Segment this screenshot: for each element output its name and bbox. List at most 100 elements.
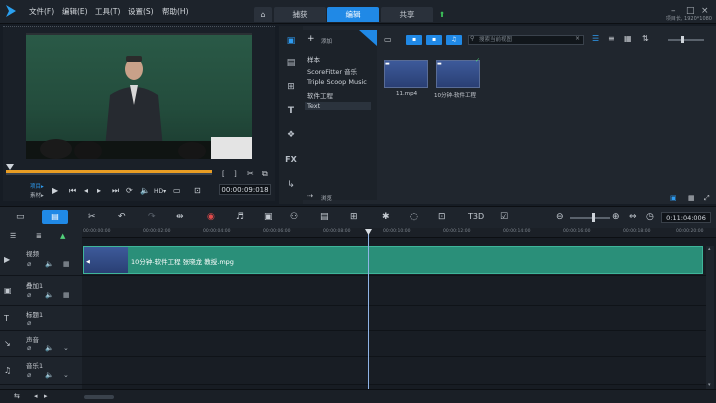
thumbnail-size-slider[interactable] [668,39,704,41]
folder-item[interactable]: 软件工程 [307,90,333,100]
vertical-scrollbar[interactable] [706,246,714,389]
thumbnail-view-icon[interactable]: ▦ [624,34,632,43]
previous-frame-icon[interactable]: ◂ [84,186,88,195]
instant-project-icon[interactable]: ▤ [282,56,300,70]
add-cue-icon[interactable]: ▲ [60,232,65,240]
mute-icon[interactable]: 🔈 [45,260,54,268]
timeline-view-icon[interactable]: ▤ [42,210,68,224]
zoom-out-icon[interactable]: ⊖ [556,212,564,222]
library-view-icon[interactable]: ▣ [670,194,677,202]
horizontal-scrollbar[interactable] [84,395,114,399]
crop-icon[interactable]: ⊡ [194,186,201,195]
hd-preview-icon[interactable]: HD▾ [154,188,166,195]
filter-icon[interactable]: FX [282,153,300,167]
music-lane[interactable] [82,357,706,385]
fit-timeline-icon[interactable]: ⇔ [629,212,637,222]
browse-label[interactable]: 浏览 [321,194,332,202]
mark-out-icon[interactable]: ] [234,170,237,178]
graphic-icon[interactable]: ❖ [282,128,300,142]
track-manager-icon[interactable]: ☰ [10,232,16,240]
repeat-icon[interactable]: ⟳ [126,186,133,195]
title-lane[interactable] [82,306,706,331]
media-library-icon[interactable]: ▣ [282,34,300,48]
redo-icon[interactable]: ↷ [148,212,156,222]
3d-title-icon[interactable]: T3D [468,212,484,221]
aspect-ratio-icon[interactable]: ▭ [173,186,181,195]
media-thumbnail[interactable] [384,60,428,88]
menu-tools[interactable]: 工具(T) [95,6,120,17]
tab-capture[interactable]: 捕获 [274,7,326,22]
menu-file[interactable]: 文件(F) [29,6,54,17]
menu-settings[interactable]: 设置(S) [128,6,154,17]
mute-icon[interactable]: 🔈 [45,371,54,379]
mute-icon[interactable]: 🔈 [45,344,54,352]
scroll-down-icon[interactable]: ▾ [708,382,711,388]
ripple-icon[interactable]: ▦ [63,260,70,268]
folder-item[interactable]: 样本 [307,54,320,64]
transition-icon[interactable]: ⊞ [282,80,300,94]
menu-edit[interactable]: 编辑(E) [62,6,88,17]
next-frame-icon[interactable]: ▸ [97,186,101,195]
list-view-icon[interactable]: ☰ [592,34,599,43]
fit-project-icon[interactable]: ⇹ [176,212,184,222]
expand-tracks-icon[interactable]: ⇆ [14,392,20,400]
library-grid-icon[interactable]: ▦ [688,194,695,202]
lock-icon[interactable]: ⌀ [27,371,31,379]
lock-icon[interactable]: ⌀ [27,260,31,268]
scroll-left-icon[interactable]: ◂ [34,392,38,400]
auto-music-icon[interactable]: ▣ [264,212,273,222]
play-icon[interactable]: ▶ [52,186,58,195]
split-screen-icon[interactable]: ◌ [410,212,418,222]
playhead-line[interactable] [368,232,369,389]
folder-corner-icon[interactable] [359,30,377,46]
record-capture-icon[interactable]: ◉ [207,212,215,222]
time-remap-icon[interactable]: ✱ [382,212,390,222]
tab-edit[interactable]: 编辑 [327,7,379,22]
scroll-up-icon[interactable]: ▴ [708,246,711,252]
library-options-icon[interactable]: ⤢ [704,194,710,203]
enlarge-icon[interactable]: ⧉ [262,169,268,179]
tools-icon[interactable]: ✂ [88,212,96,222]
project-mode-label[interactable]: 项目▸ [30,182,44,190]
multi-camera-icon[interactable]: ⊞ [350,212,358,222]
expand-icon[interactable]: ⌄ [63,344,69,352]
show-videos-icon[interactable]: ▪ [406,35,422,45]
title-icon[interactable]: T [282,104,300,118]
mask-creator-icon[interactable]: ⊡ [438,212,446,222]
undo-icon[interactable]: ↶ [118,212,126,222]
import-media-icon[interactable]: ▭ [384,35,392,44]
clear-search-icon[interactable]: × [575,35,580,42]
menu-help[interactable]: 帮助(H) [162,6,189,17]
timeline-ruler[interactable]: 00:00:00:00 00:00:02:00 00:00:04:00 00:0… [82,228,716,238]
storyboard-view-icon[interactable]: ▭ [16,212,25,222]
volume-icon[interactable]: 🔈 [140,186,150,195]
show-photos-icon[interactable]: ▪ [426,35,442,45]
folder-item[interactable]: Triple Scoop Music [307,78,367,86]
zoom-in-icon[interactable]: ⊕ [612,212,620,222]
folder-item-selected[interactable]: Text [305,102,371,110]
scroll-right-icon[interactable]: ▸ [44,392,48,400]
lock-icon[interactable]: ⌀ [27,319,31,327]
timeline-timecode[interactable]: 0:11:04:006 [661,212,711,223]
sort-icon[interactable]: ⇅ [642,34,649,43]
clip-mode-label[interactable]: 素材▸ [30,191,44,199]
overlay-lane[interactable] [82,276,706,306]
tab-share[interactable]: 共享 [381,7,433,22]
lock-icon[interactable]: ⌀ [27,291,31,299]
preview-timecode[interactable]: 00:00:09:018 [219,184,271,195]
zoom-slider[interactable] [570,217,610,219]
home-icon[interactable]: ⌂ [254,7,272,22]
go-to-end-icon[interactable]: ⏭ [112,186,119,196]
subtitle-editor-icon[interactable]: ▤ [320,212,329,222]
split-clip-icon[interactable]: ✂ [247,169,254,178]
checkbox-icon[interactable]: ☑ [500,212,508,222]
expand-icon[interactable]: ⌄ [63,371,69,379]
show-audio-icon[interactable]: ♫ [446,35,462,45]
upload-icon[interactable]: ⬆ [435,7,449,22]
ripple-icon[interactable]: ▦ [63,291,70,299]
path-icon[interactable]: ↳ [282,178,300,192]
add-folder-label[interactable]: 添加 [321,37,332,45]
browse-icon[interactable]: ⇢ [307,192,313,200]
voice-lane[interactable] [82,331,706,357]
detail-view-icon[interactable]: ≡ [608,34,615,43]
